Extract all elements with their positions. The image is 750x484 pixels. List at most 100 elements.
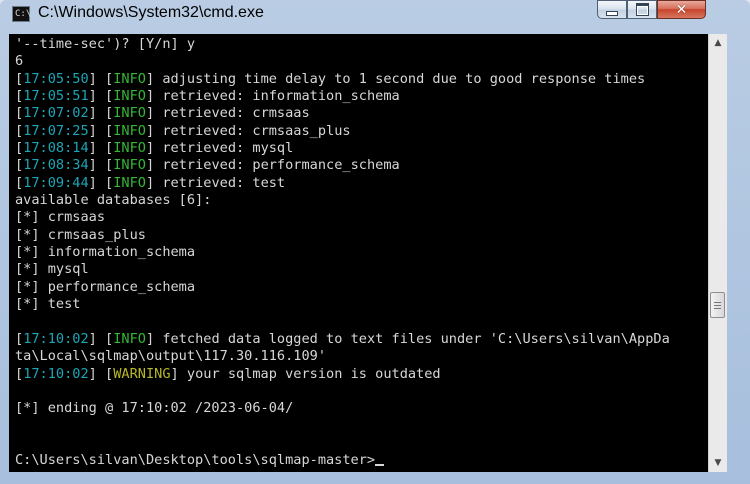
log-message: retrieved: crmsaas xyxy=(154,105,310,122)
log-timestamp: 17:08:34 xyxy=(23,157,89,174)
maximize-icon xyxy=(635,3,649,16)
console-line: available databases [6]: xyxy=(15,192,670,209)
close-icon: ✕ xyxy=(675,1,688,18)
console-text: [*] crmsaas xyxy=(15,209,106,226)
bracket: [ xyxy=(15,174,24,191)
log-level: INFO xyxy=(113,105,146,122)
bracket: ] [ xyxy=(88,140,114,157)
bracket: ] xyxy=(145,157,155,174)
bracket: ] [ xyxy=(88,365,114,382)
scroll-down-arrow-icon[interactable]: ▼ xyxy=(709,454,727,472)
console-text: '--time-sec')? [Y/n] y xyxy=(15,36,196,52)
cmd-app-icon[interactable]: C:\ xyxy=(12,6,31,22)
scrollbar-thumb[interactable] xyxy=(710,292,725,318)
console-line: [17:10:02] [WARNING] your sqlmap version… xyxy=(15,366,670,383)
bracket: ] [ xyxy=(88,122,114,139)
console-line: '--time-sec')? [Y/n] y xyxy=(15,36,670,53)
close-button[interactable]: ✕ xyxy=(657,0,706,19)
window-title: C:\Windows\System32\cmd.exe xyxy=(38,4,264,21)
console-text: [*] ending @ 17:10:02 /2023-06-04/ xyxy=(15,400,294,417)
log-level: INFO xyxy=(113,88,146,105)
console-line: [*] test xyxy=(15,296,670,313)
console-text: available databases [6]: xyxy=(15,192,212,209)
console-line: [*] crmsaas xyxy=(15,209,670,226)
console-line: 6 xyxy=(15,53,670,70)
bracket: ] [ xyxy=(88,70,114,87)
bracket: ] xyxy=(145,70,155,87)
log-message: retrieved: crmsaas_plus xyxy=(154,122,351,139)
log-level: INFO xyxy=(113,330,146,347)
bracket: [ xyxy=(15,105,24,122)
title-bar[interactable]: C:\ C:\Windows\System32\cmd.exe ✕ xyxy=(0,0,750,30)
console-line: [17:05:51] [INFO] retrieved: information… xyxy=(15,88,670,105)
bracket: ] xyxy=(145,105,155,122)
log-message: fetched data logged to text files under … xyxy=(154,330,670,347)
maximize-button[interactable] xyxy=(627,0,657,19)
bracket: [ xyxy=(15,365,24,382)
console-output[interactable]: '--time-sec')? [Y/n] y 6 [17:05:50] [INFO]… xyxy=(9,34,708,472)
log-timestamp: 17:05:51 xyxy=(23,88,89,105)
cmd-window: C:\ C:\Windows\System32\cmd.exe ✕ '--tim… xyxy=(0,0,750,484)
bracket: ] xyxy=(145,88,155,105)
log-level: INFO xyxy=(113,122,146,139)
bracket: ] [ xyxy=(88,157,114,174)
console-line: [*] performance_schema xyxy=(15,279,670,296)
window-bottom-frame xyxy=(0,472,750,484)
vertical-scrollbar[interactable]: ▲ ▼ xyxy=(708,34,727,472)
log-level: WARNING xyxy=(113,365,171,382)
console-line: [*] information_schema xyxy=(15,244,670,261)
log-timestamp: 17:09:44 xyxy=(23,174,89,191)
console-line: [17:08:34] [INFO] retrieved: performance… xyxy=(15,157,670,174)
bracket: ] [ xyxy=(88,88,114,105)
thumb-grip xyxy=(714,307,721,309)
bracket: ] xyxy=(170,365,179,382)
bracket: ] xyxy=(145,122,155,139)
log-message: adjusting time delay to 1 second due to … xyxy=(154,70,646,87)
console-line: [17:05:50] [INFO] adjusting time delay t… xyxy=(15,71,670,88)
command-prompt[interactable]: C:\Users\silvan\Desktop\tools\sqlmap-mas… xyxy=(15,452,375,468)
log-level: INFO xyxy=(113,174,146,191)
console-line: [17:07:25] [INFO] retrieved: crmsaas_plu… xyxy=(15,123,670,140)
log-timestamp: 17:10:02 xyxy=(23,365,89,382)
log-timestamp: 17:08:14 xyxy=(23,140,89,157)
thumb-grip xyxy=(714,304,721,306)
bracket: ] xyxy=(145,174,155,191)
log-message: retrieved: performance_schema xyxy=(154,157,400,174)
log-level: INFO xyxy=(113,70,146,87)
log-timestamp: 17:10:02 xyxy=(23,330,89,347)
bracket: ] [ xyxy=(88,330,114,347)
log-timestamp: 17:07:25 xyxy=(23,122,89,139)
scroll-up-arrow-icon[interactable]: ▲ xyxy=(709,34,727,52)
bracket: [ xyxy=(15,122,24,139)
bracket: [ xyxy=(15,157,24,174)
bracket: [ xyxy=(15,88,24,105)
log-timestamp: 17:07:02 xyxy=(23,105,89,122)
log-message: retrieved: mysql xyxy=(154,140,294,157)
console-line: [*] ending @ 17:10:02 /2023-06-04/ xyxy=(15,400,670,417)
bracket: ] [ xyxy=(88,105,114,122)
bracket: ] xyxy=(145,330,155,347)
console-line: [17:07:02] [INFO] retrieved: crmsaas xyxy=(15,105,670,122)
bracket: [ xyxy=(15,330,24,347)
console-line: [17:09:44] [INFO] retrieved: test xyxy=(15,175,670,192)
bracket: [ xyxy=(15,70,24,87)
console-text: [*] mysql xyxy=(15,261,89,278)
log-timestamp: 17:05:50 xyxy=(23,70,89,87)
console-lines: '--time-sec')? [Y/n] y 6 [17:05:50] [INFO]… xyxy=(15,36,670,470)
minimize-button[interactable] xyxy=(597,0,627,19)
console-text: [*] test xyxy=(15,296,81,313)
text-cursor xyxy=(375,464,385,467)
console-line: [*] mysql xyxy=(15,261,670,278)
log-level: INFO xyxy=(113,157,146,174)
console-text: ta\Local\sqlmap\output\117.30.116.109' xyxy=(15,348,326,365)
minimize-icon xyxy=(606,11,618,16)
console-line: [*] crmsaas_plus xyxy=(15,227,670,244)
thumb-grip xyxy=(714,301,721,303)
log-message: retrieved: test xyxy=(154,174,286,191)
console-line: [17:10:02] [INFO] fetched data logged to… xyxy=(15,331,670,348)
console-text: [*] information_schema xyxy=(15,244,196,261)
